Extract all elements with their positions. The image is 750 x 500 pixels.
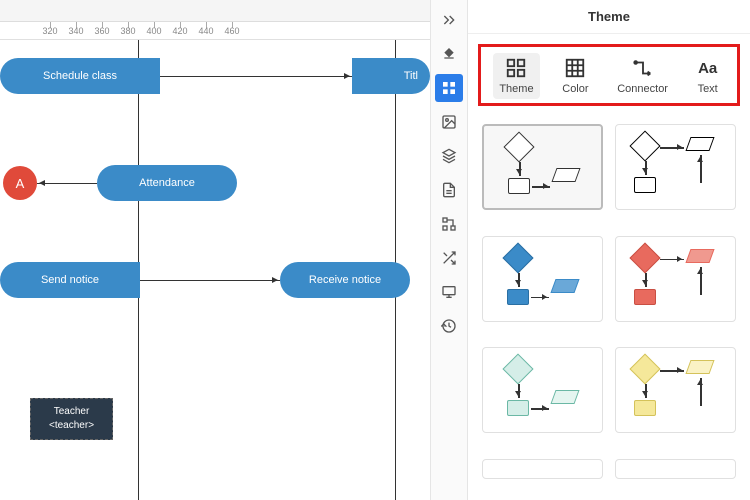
theme-panel-icon[interactable]: [435, 74, 463, 102]
node-receive-notice[interactable]: Receive notice: [280, 262, 410, 298]
side-panel: Theme Theme Color Connector: [468, 0, 750, 500]
org-icon[interactable]: [435, 210, 463, 238]
grid-icon: [505, 57, 527, 79]
node-attendance[interactable]: Attendance: [97, 165, 237, 201]
theme-option[interactable]: [615, 236, 736, 322]
document-icon[interactable]: [435, 176, 463, 204]
theme-option[interactable]: [482, 236, 603, 322]
tool-rail: [430, 0, 468, 500]
tab-connector[interactable]: Connector: [611, 53, 674, 99]
theme-option[interactable]: [482, 124, 603, 210]
image-icon[interactable]: [435, 108, 463, 136]
node-schedule-class[interactable]: Schedule class: [0, 58, 160, 94]
fill-icon[interactable]: [435, 40, 463, 68]
theme-option[interactable]: [482, 347, 603, 433]
arrow: [160, 76, 352, 77]
tab-color[interactable]: Color: [556, 53, 594, 99]
horizontal-ruler: 320340360380400420440460: [0, 22, 430, 40]
theme-option[interactable]: [615, 124, 736, 210]
history-icon[interactable]: [435, 312, 463, 340]
text-icon: Aa: [697, 57, 719, 79]
tab-text[interactable]: Aa Text: [691, 53, 725, 99]
diagram-canvas[interactable]: Schedule class Titl A Attendance Send no…: [0, 40, 430, 500]
shuffle-icon[interactable]: [435, 244, 463, 272]
tab-label: Connector: [617, 83, 668, 95]
theme-tabs: Theme Color Connector Aa Text: [485, 53, 733, 99]
presentation-icon[interactable]: [435, 278, 463, 306]
node-send-notice[interactable]: Send notice: [0, 262, 140, 298]
theme-option[interactable]: [482, 459, 603, 479]
collapse-panel-button[interactable]: [435, 6, 463, 34]
tab-label: Theme: [499, 83, 533, 95]
theme-grid: [468, 116, 750, 500]
theme-option[interactable]: [615, 347, 736, 433]
arrow: [37, 183, 97, 184]
node-teacher[interactable]: Teacher <teacher>: [30, 398, 113, 440]
tab-label: Text: [698, 83, 718, 95]
node-title-partial[interactable]: Titl: [352, 58, 430, 94]
toolbar-strip: [0, 0, 430, 22]
teacher-stereotype: <teacher>: [49, 419, 94, 433]
connector-icon: [632, 57, 654, 79]
arrow: [140, 280, 280, 281]
teacher-label: Teacher: [49, 405, 94, 419]
tab-theme[interactable]: Theme: [493, 53, 539, 99]
layers-icon[interactable]: [435, 142, 463, 170]
canvas-area[interactable]: 320340360380400420440460 Schedule class …: [0, 0, 430, 500]
theme-option[interactable]: [615, 459, 736, 479]
palette-icon: [564, 57, 586, 79]
panel-title: Theme: [468, 0, 750, 34]
node-endpoint-a[interactable]: A: [3, 166, 37, 200]
tabs-highlight: Theme Color Connector Aa Text: [478, 44, 740, 106]
tab-label: Color: [562, 83, 588, 95]
